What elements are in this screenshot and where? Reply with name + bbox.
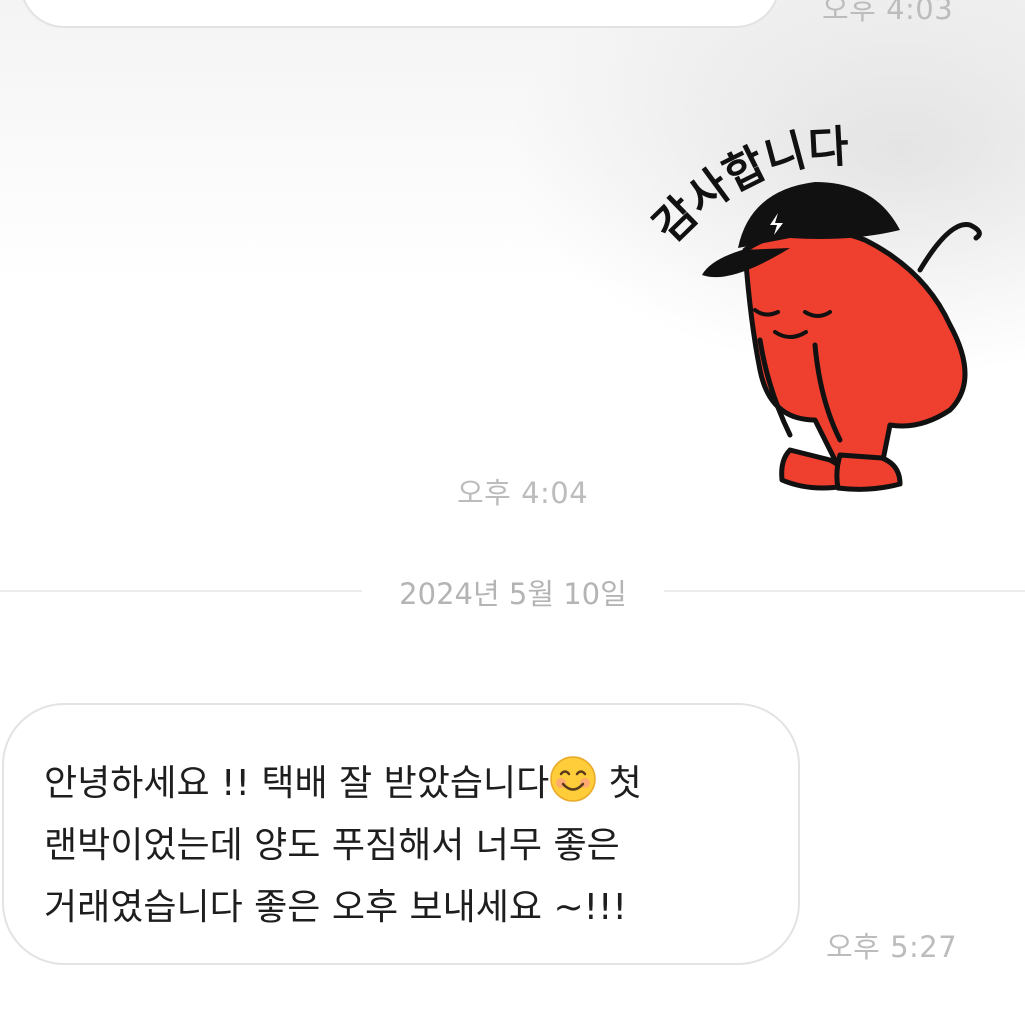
previous-message-bubble[interactable] <box>20 0 780 28</box>
date-divider-line <box>664 590 1025 592</box>
sticker-timestamp: 오후 4:04 <box>457 476 589 510</box>
date-divider-line <box>0 590 362 592</box>
message-line: 랜박이었는데 양도 푸짐해서 너무 좋은 <box>44 825 620 866</box>
message-line: 안녕하세요 !! 택배 잘 받았습니다 첫 <box>44 753 768 815</box>
message-text: 첫 <box>597 763 642 804</box>
incoming-message-bubble[interactable]: 안녕하세요 !! 택배 잘 받았습니다 첫 랜박이었는데 양도 푸짐해서 너무 … <box>2 703 800 965</box>
date-label: 2024년 5월 10일 <box>399 577 627 611</box>
message-timestamp: 오후 4:03 <box>822 0 954 26</box>
message-text: 안녕하세요 !! 택배 잘 받았습니다 <box>44 763 550 804</box>
message-timestamp: 오후 5:27 <box>826 930 958 964</box>
thank-you-sticker[interactable]: 감사합니다 <box>650 120 1010 510</box>
message-line: 거래였습니다 좋은 오후 보내세요 ~!!! <box>44 887 627 928</box>
sticker-character-body <box>742 227 968 473</box>
smiling-face-emoji <box>550 756 596 802</box>
date-separator: 2024년 5월 10일 <box>0 567 1025 615</box>
sticker-cap <box>738 182 900 248</box>
